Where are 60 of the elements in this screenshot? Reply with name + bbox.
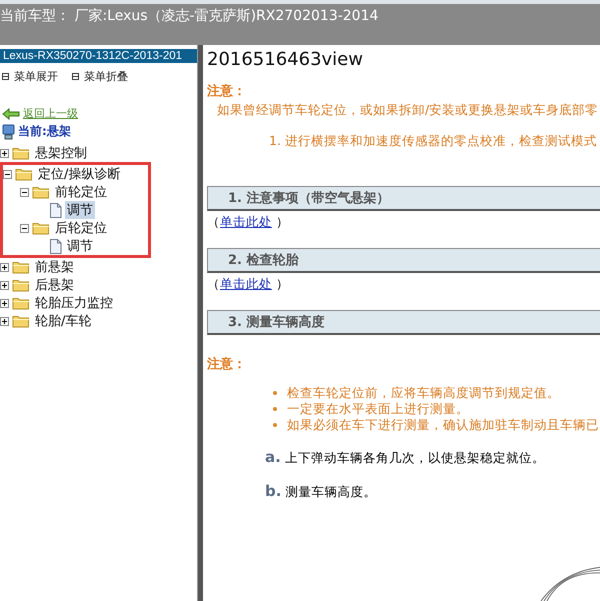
expand-icon[interactable] [0,262,9,272]
menu-toggle-button[interactable]: 菜单折叠 [72,69,128,84]
click-here-link[interactable]: 单击此处 [220,276,272,291]
step-letter: a. [265,448,281,466]
collapse-icon[interactable] [3,170,12,178]
menu-icon [72,73,79,80]
tree-item[interactable]: 调节 [65,237,95,255]
menu-icon [2,73,9,80]
tree-item[interactable]: 后悬架 [33,276,76,294]
back-link[interactable]: 返回上一级 [23,106,78,121]
expand-icon[interactable] [0,316,9,326]
bullet-icon [273,391,277,395]
expand-icon[interactable] [0,280,9,290]
expand-icon[interactable] [0,298,9,308]
notice-text: 如果曾经调节车轮定位，或如果拆卸/安装或更换悬架或车身底部零 [216,102,600,119]
notice-label: 注意： [207,82,247,100]
folder-icon [12,314,30,328]
computer-icon [2,124,15,140]
page-title: 2016516463view [207,49,364,70]
tree-item[interactable]: 调节 [65,201,95,219]
click-here-link[interactable]: 单击此处 [220,214,272,229]
page-icon [49,238,62,254]
expand-icon[interactable] [0,148,9,158]
tree-item[interactable]: 前轮定位 [53,183,109,201]
folder-icon [12,278,30,292]
folder-icon [12,260,30,274]
notice-bullet: 一定要在水平表面上进行测量。 [287,400,469,418]
tree-item[interactable]: 轮胎/车轮 [33,312,94,330]
menu-toggle-button[interactable]: 菜单展开 [2,69,58,84]
step-text: 上下弹动车辆各角几次，以使悬架稳定就位。 [284,450,545,467]
current-location: 当前:悬架 [18,123,71,140]
collapse-icon[interactable] [20,224,29,232]
sidebar-title: Lexus-RX350270-1312C-2013-201 [0,49,197,63]
tree-item[interactable]: 前悬架 [33,258,76,276]
folder-icon [15,167,33,181]
back-arrow-icon [2,108,20,120]
link-line: （单击此处 ） [207,214,289,231]
notice-bullet: 如果必须在车下进行测量，确认施加驻车制动且车辆已 [287,416,599,434]
page-icon [49,202,62,218]
folder-icon [12,296,30,310]
tree-item[interactable]: 后轮定位 [53,219,109,237]
tree-item[interactable]: 定位/操纵诊断 [36,165,122,183]
section-header: 1. 注意事项（带空气悬架） [207,186,600,211]
bullet-icon [273,407,277,411]
bullet-icon [273,423,277,427]
notice-step: 1. 进行横摆率和加速度传感器的零点校准，检查测试模式 [207,133,600,150]
notice-label: 注意： [207,356,247,373]
section-header: 3. 测量车辆高度 [207,310,600,335]
folder-icon [12,146,30,160]
tree-item[interactable]: 轮胎压力监控 [33,294,115,312]
link-line: （单击此处 ） [207,276,289,293]
notice-bullet: 检查车轮定位前，应将车辆高度调节到规定值。 [287,384,560,402]
tree-item[interactable]: 悬架控制 [33,144,89,162]
step-letter: b. [265,482,282,500]
step-text: 测量车辆高度。 [285,484,376,501]
vehicle-title: 当前车型： 厂家:Lexus（凌志-雷克萨斯)RX2702013-2014 [0,7,378,25]
collapse-icon[interactable] [20,188,29,196]
folder-icon [32,185,50,199]
section-header: 2. 检查轮胎 [207,248,600,273]
folder-icon [32,221,50,235]
